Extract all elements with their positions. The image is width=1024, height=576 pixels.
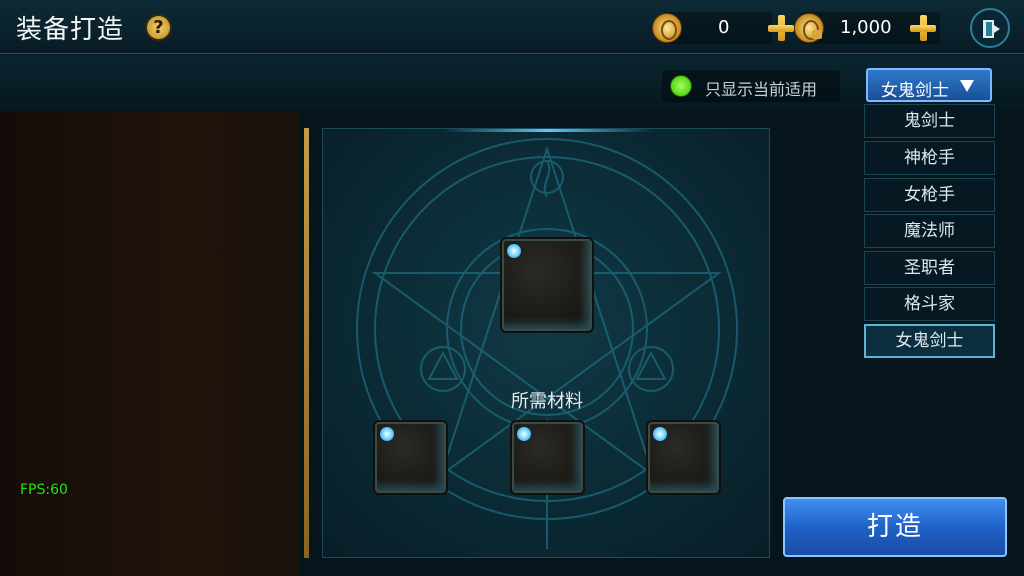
class-option[interactable]: 圣职者: [864, 251, 995, 285]
result-item-slot[interactable]: [500, 237, 594, 333]
materials-label: 所需材料: [511, 391, 583, 412]
top-bar: 装备打造 ? 0 1,000: [0, 0, 1024, 54]
class-option[interactable]: 鬼剑士: [864, 104, 995, 138]
lock-icon: [812, 30, 822, 39]
class-select[interactable]: 女鬼剑士: [866, 68, 992, 102]
help-icon[interactable]: ?: [145, 14, 172, 41]
slot-gem-icon: [507, 244, 521, 258]
slot-gem-icon: [380, 427, 394, 441]
material-slot[interactable]: [510, 420, 585, 495]
material-slot[interactable]: [646, 420, 721, 495]
class-option[interactable]: 女枪手: [864, 178, 995, 212]
toggle-on-icon: [670, 75, 692, 97]
panel-divider: [304, 128, 309, 558]
page-title: 装备打造: [16, 15, 125, 45]
class-option[interactable]: 魔法师: [864, 214, 995, 248]
fps-counter: FPS:60: [20, 482, 68, 498]
slot-gem-icon: [517, 427, 531, 441]
add-bound-gold-icon[interactable]: [908, 13, 938, 43]
dropdown-caret-icon: [960, 80, 974, 92]
show-current-only-toggle[interactable]: 只显示当前适用: [662, 70, 840, 102]
exit-button[interactable]: [970, 8, 1010, 48]
add-gold-icon[interactable]: [766, 13, 796, 43]
bound-gold-amount: 1,000: [840, 17, 892, 38]
material-slot[interactable]: [373, 420, 448, 495]
equipment-list-panel: [0, 112, 300, 576]
gold-amount: 0: [718, 17, 730, 38]
class-option-selected[interactable]: 女鬼剑士: [864, 324, 995, 358]
exit-door-icon: [983, 20, 1000, 38]
slot-gem-icon: [653, 427, 667, 441]
class-option[interactable]: 神枪手: [864, 141, 995, 175]
class-option[interactable]: 格斗家: [864, 287, 995, 321]
gold-coin-icon: [652, 13, 682, 43]
class-select-value: 女鬼剑士: [881, 81, 949, 101]
show-current-only-label: 只显示当前适用: [705, 80, 818, 99]
forge-panel: 所需材料: [322, 128, 770, 558]
craft-button[interactable]: 打造: [783, 497, 1007, 557]
